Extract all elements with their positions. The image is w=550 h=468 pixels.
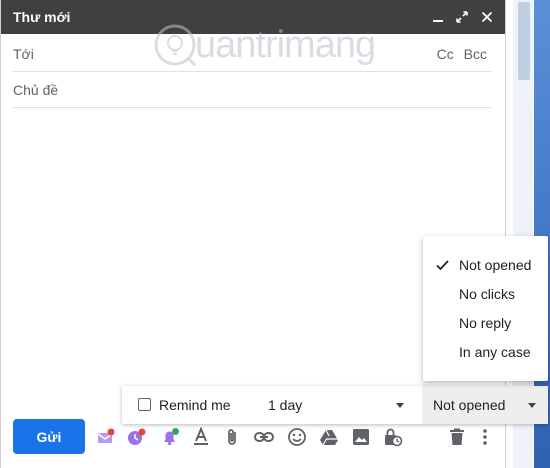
to-label: Tới [13,46,34,62]
bcc-link[interactable]: Bcc [464,46,487,62]
send-button[interactable]: Gửi [13,419,85,454]
photo-icon[interactable] [350,426,372,448]
more-options-icon[interactable] [474,426,496,448]
link-icon[interactable] [253,426,275,448]
condition-dropdown-menu: Not opened No clicks No reply In any cas… [423,236,548,381]
background-scroll-thumb[interactable] [518,2,530,80]
checkmark-icon [436,260,449,271]
schedule-send-icon[interactable] [95,426,117,448]
compose-title: Thư mới [13,9,71,25]
chevron-down-icon [396,403,404,408]
drive-icon[interactable] [318,426,340,448]
remind-condition-select[interactable]: Not opened [422,386,548,424]
cc-link[interactable]: Cc [437,46,454,62]
menu-item-no-clicks[interactable]: No clicks [423,280,548,309]
remind-delay-select[interactable]: 1 day [256,390,410,420]
remind-delay-value: 1 day [268,397,303,413]
fullscreen-icon[interactable] [452,7,472,27]
text-format-icon[interactable] [190,426,212,448]
menu-item-label: Not opened [459,257,532,273]
attach-icon[interactable] [221,426,243,448]
subject-placeholder: Chủ đề [13,82,59,98]
remind-me-label[interactable]: Remind me [159,397,231,413]
close-icon[interactable] [477,7,497,27]
to-field[interactable]: Tới Cc Bcc [13,36,491,72]
cc-bcc-links: Cc Bcc [431,46,487,62]
delete-icon[interactable] [446,426,468,448]
chevron-down-icon [528,403,536,408]
subject-field[interactable]: Chủ đề [13,72,491,108]
minimize-icon[interactable] [428,7,448,27]
reminder-bar: Remind me 1 day Not opened [122,386,548,424]
menu-item-in-any-case[interactable]: In any case [423,338,548,367]
remind-me-checkbox[interactable] [138,398,151,411]
menu-item-label: No reply [459,315,512,331]
menu-item-no-reply[interactable]: No reply [423,309,548,338]
remind-condition-value: Not opened [433,397,506,413]
message-body[interactable] [13,112,491,382]
reminder-bell-icon[interactable] [159,426,181,448]
confidential-mode-icon[interactable] [382,426,404,448]
menu-item-label: No clicks [459,286,516,302]
menu-item-not-opened[interactable]: Not opened [423,251,548,280]
menu-item-label: In any case [459,344,531,360]
snooze-alarm-icon[interactable] [125,426,147,448]
emoji-icon[interactable] [286,426,308,448]
